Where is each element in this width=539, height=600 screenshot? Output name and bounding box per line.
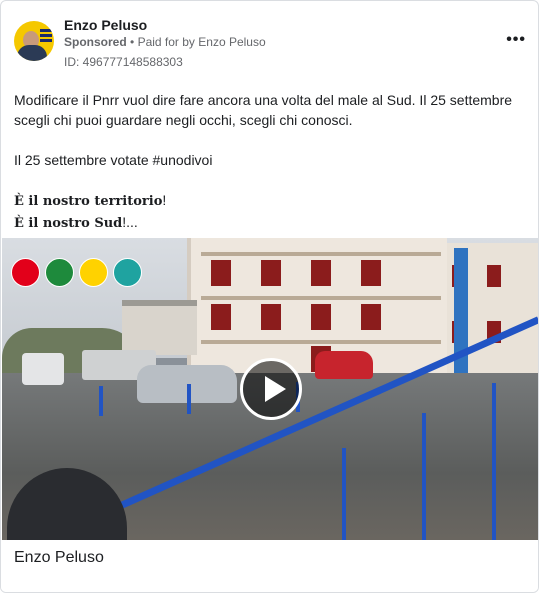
play-icon — [265, 376, 286, 402]
paid-by-label: Paid for by Enzo Peluso — [137, 35, 266, 49]
body-line-3-tail: ! — [162, 192, 167, 208]
window — [261, 304, 281, 330]
di-maio-logo — [113, 258, 142, 287]
body-line-4-tail: !... — [122, 214, 138, 230]
sponsored-label: Sponsored — [64, 35, 127, 49]
footer-page-name[interactable]: Enzo Peluso — [14, 549, 104, 567]
avatar-body — [17, 45, 47, 61]
body-line-3-bold: È il nostro territorio — [14, 194, 163, 209]
railing-post — [99, 386, 103, 416]
author-avatar[interactable] — [14, 21, 54, 61]
window — [311, 260, 331, 286]
body-paragraph-1: Modificare il Pnrr vuol dire fare ancora… — [14, 92, 513, 128]
video-van — [22, 353, 64, 385]
railing-post — [342, 448, 346, 540]
ad-card: Enzo Peluso Sponsored • Paid for by Enzo… — [0, 0, 539, 593]
railing-post — [422, 413, 426, 540]
balcony — [201, 340, 441, 344]
balcony — [201, 252, 441, 256]
europa-logo — [79, 258, 108, 287]
video-car-red — [315, 351, 373, 379]
post-header: Enzo Peluso Sponsored • Paid for by Enzo… — [14, 17, 526, 73]
body-paragraph-2: Il 25 settembre votate #unodivoi — [14, 152, 213, 168]
window — [361, 304, 381, 330]
body-line-4: È il nostro Sud!... — [14, 212, 526, 234]
post-body: Modificare il Pnrr vuol dire fare ancora… — [14, 90, 526, 234]
video-player[interactable] — [2, 238, 538, 540]
party-logos — [11, 258, 151, 288]
meta-separator: • — [130, 35, 135, 49]
play-button[interactable] — [240, 358, 302, 420]
ssi-logo — [45, 258, 74, 287]
avatar-text-mark — [40, 29, 52, 32]
sponsor-line: Sponsored • Paid for by Enzo Peluso — [64, 35, 266, 49]
video-sign-pole — [454, 248, 468, 388]
railing-post — [492, 383, 496, 540]
body-line-4-bold: È il nostro Sud — [14, 216, 123, 231]
author-name[interactable]: Enzo Peluso — [64, 17, 147, 33]
window — [361, 260, 381, 286]
window — [311, 304, 331, 330]
railing-post — [187, 384, 191, 414]
ad-id: ID: 496777148588303 — [64, 55, 183, 69]
link-footer[interactable]: Enzo Peluso — [1, 540, 538, 592]
video-shed — [122, 300, 197, 355]
window — [211, 260, 231, 286]
window — [261, 260, 281, 286]
window — [487, 265, 501, 287]
balcony — [201, 296, 441, 300]
body-line-3: È il nostro territorio! — [14, 190, 526, 212]
more-options-icon[interactable]: ••• — [506, 31, 526, 49]
pd-logo — [11, 258, 40, 287]
window — [211, 304, 231, 330]
